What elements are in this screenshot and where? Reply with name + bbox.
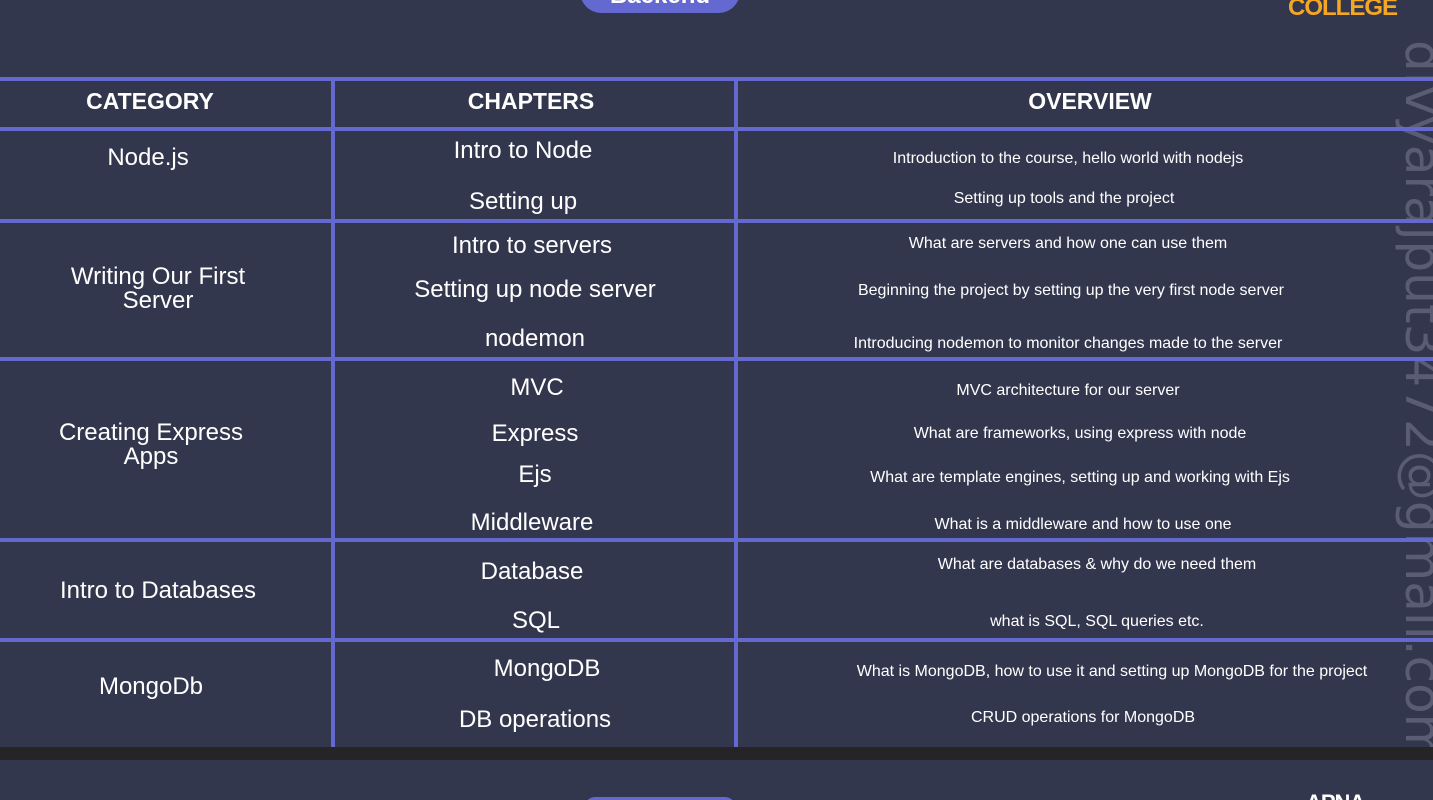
- overview-cell: What are databases & why do we need them: [937, 556, 1257, 573]
- category-cell: Writing Our First Server: [70, 263, 246, 314]
- table-border-top: [0, 77, 1433, 81]
- college-logo: COLLEGE: [1288, 0, 1398, 21]
- overview-cell: What are frameworks, using express with …: [913, 425, 1247, 442]
- overview-cell: Introduction to the course, hello world …: [892, 150, 1244, 167]
- overview-cell: Setting up tools and the project: [953, 190, 1175, 207]
- overview-cell: What are template engines, setting up an…: [870, 469, 1290, 486]
- chapter-cell: SQL: [511, 607, 561, 634]
- column-header-category: CATEGORY: [86, 88, 214, 114]
- category-cell: Creating Express Apps: [58, 419, 244, 470]
- chapter-cell: Setting up: [468, 188, 578, 215]
- chapter-cell: Express: [491, 420, 579, 447]
- chapter-cell: DB operations: [458, 706, 612, 733]
- course-syllabus-page: Backend COLLEGE divyarajput3472@gmail.co…: [0, 0, 1433, 747]
- chapter-cell: Setting up node server: [414, 276, 656, 303]
- overview-cell: Beginning the project by setting up the …: [857, 282, 1284, 299]
- chapter-cell: MVC: [510, 374, 564, 401]
- row-divider: [0, 638, 1433, 642]
- overview-cell: Introducing nodemon to monitor changes m…: [853, 335, 1283, 352]
- next-page-peek: APNA: [0, 760, 1433, 800]
- category-cell: Intro to Databases: [59, 577, 257, 604]
- column-header-chapters: CHAPTERS: [467, 88, 595, 114]
- overview-cell: MVC architecture for our server: [956, 382, 1180, 399]
- chapter-cell: Intro to servers: [451, 232, 613, 259]
- column-header-overview: OVERVIEW: [1028, 88, 1152, 114]
- overview-cell: CRUD operations for MongoDB: [970, 709, 1196, 726]
- overview-cell: What are servers and how one can use the…: [908, 235, 1228, 252]
- row-divider: [0, 219, 1433, 223]
- overview-cell: What is MongoDB, how to use it and setti…: [856, 663, 1368, 680]
- row-divider: [0, 538, 1433, 542]
- page-separator: [0, 747, 1433, 760]
- college-logo: APNA: [1306, 790, 1365, 800]
- column-divider: [734, 77, 738, 747]
- row-divider: [0, 357, 1433, 361]
- overview-cell: what is SQL, SQL queries etc.: [990, 613, 1204, 630]
- chapter-cell: Intro to Node: [453, 137, 593, 164]
- chapter-cell: MongoDB: [493, 655, 601, 682]
- category-cell: MongoDb: [98, 673, 204, 700]
- overview-cell: What is a middleware and how to use one: [934, 516, 1232, 533]
- chapter-cell: Ejs: [518, 461, 552, 488]
- chapter-cell: nodemon: [484, 325, 586, 352]
- header-divider: [0, 127, 1433, 131]
- column-divider: [331, 77, 335, 747]
- section-pill: Backend: [580, 0, 740, 13]
- chapter-cell: Database: [480, 558, 584, 585]
- chapter-cell: Middleware: [470, 509, 594, 536]
- category-cell: Node.js: [107, 144, 189, 171]
